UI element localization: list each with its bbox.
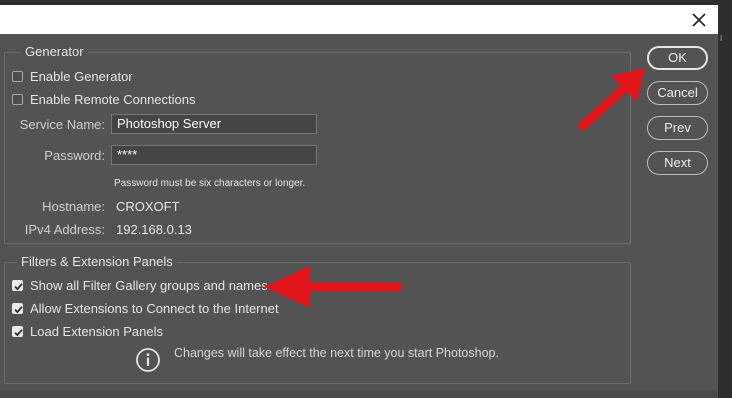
next-button[interactable]: Next xyxy=(647,151,708,175)
show-all-filter-row[interactable]: Show all Filter Gallery groups and names xyxy=(12,277,268,293)
password-note: Password must be six characters or longe… xyxy=(114,178,306,189)
enable-generator-row[interactable]: Enable Generator xyxy=(12,68,133,84)
hostname-value: CROXOFT xyxy=(116,199,180,214)
enable-remote-label: Enable Remote Connections xyxy=(30,91,196,107)
show-all-filter-checkbox[interactable] xyxy=(12,279,23,291)
password-label: Password: xyxy=(44,148,105,163)
dialog-title-bar xyxy=(0,0,718,34)
checkmark-icon xyxy=(14,282,23,290)
load-extension-label: Load Extension Panels xyxy=(30,323,163,339)
enable-remote-checkbox[interactable] xyxy=(12,93,23,105)
close-icon[interactable] xyxy=(690,11,708,29)
allow-extensions-checkbox[interactable] xyxy=(12,302,23,314)
checkmark-icon xyxy=(14,305,23,313)
checkmark-icon xyxy=(14,328,23,336)
hostname-label: Hostname: xyxy=(42,199,105,214)
annotation-arrow-ok xyxy=(578,68,645,131)
allow-extensions-row[interactable]: Allow Extensions to Connect to the Inter… xyxy=(12,300,279,316)
password-input[interactable]: **** xyxy=(111,145,317,165)
generator-group-title: Generator xyxy=(21,44,88,60)
service-name-label: Service Name: xyxy=(19,117,105,132)
background-strip-mark: ⅰ xyxy=(720,34,723,43)
filters-group-title: Filters & Extension Panels xyxy=(17,254,177,270)
allow-extensions-label: Allow Extensions to Connect to the Inter… xyxy=(30,300,279,316)
enable-generator-label: Enable Generator xyxy=(30,68,133,84)
enable-generator-checkbox[interactable] xyxy=(12,70,23,82)
service-name-input[interactable]: Photoshop Server xyxy=(111,114,317,134)
load-extension-row[interactable]: Load Extension Panels xyxy=(12,323,163,339)
show-all-filter-label: Show all Filter Gallery groups and names xyxy=(30,277,268,293)
load-extension-checkbox[interactable] xyxy=(12,325,23,337)
dialog-bottom-edge xyxy=(0,391,718,398)
ipv4-value: 192.168.0.13 xyxy=(116,222,192,237)
restart-info-text: Changes will take effect the next time y… xyxy=(174,346,499,360)
annotation-arrow-filter xyxy=(264,266,403,308)
background-panel-strip xyxy=(718,0,732,398)
info-icon xyxy=(136,348,160,372)
enable-remote-row[interactable]: Enable Remote Connections xyxy=(12,91,196,107)
ipv4-label: IPv4 Address: xyxy=(24,222,105,237)
